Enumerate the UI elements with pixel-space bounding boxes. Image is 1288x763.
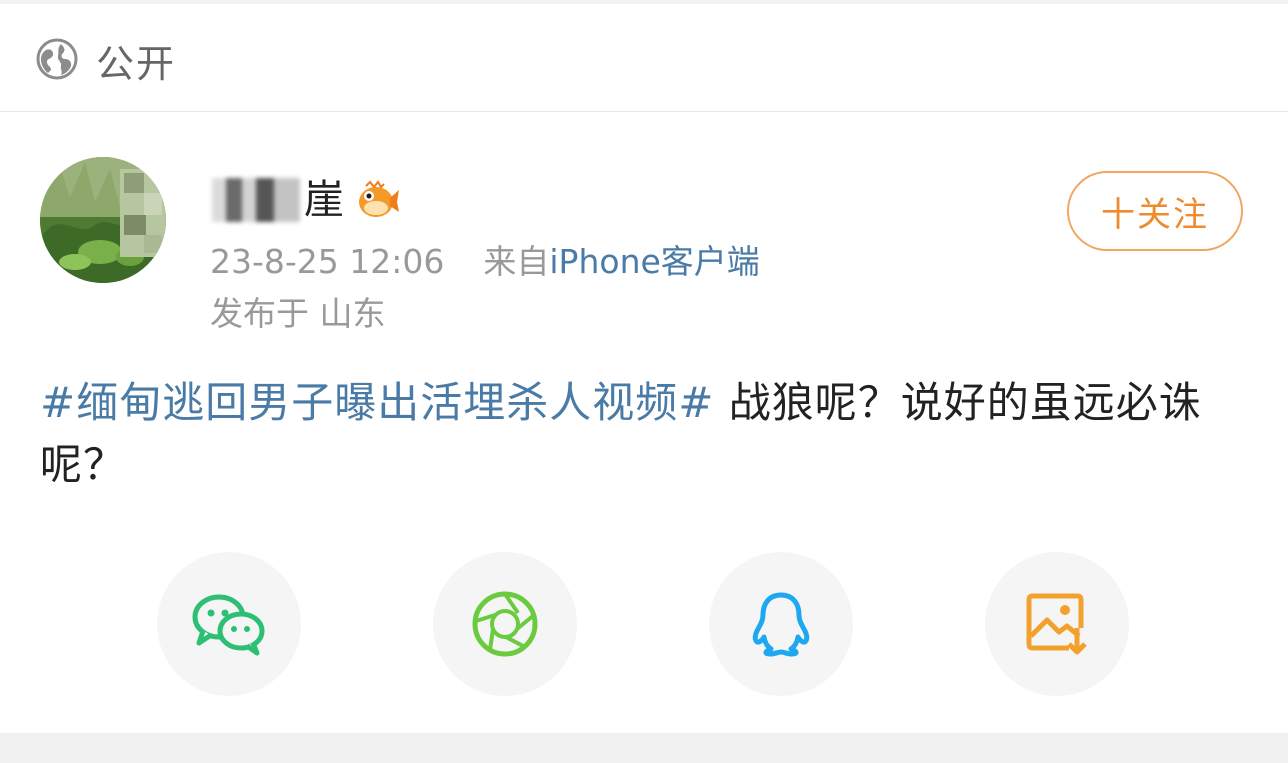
share-save-image-button[interactable] <box>985 552 1129 696</box>
globe-icon <box>36 38 78 80</box>
fish-badge-icon <box>359 180 399 217</box>
topic-link[interactable]: #缅甸逃回男子曝出活埋杀人视频# <box>40 378 714 427</box>
moments-shutter-icon <box>472 591 538 657</box>
share-moments-button[interactable] <box>433 552 577 696</box>
weibo-post-screen: 公开 崖 23-8-25 12:06 来自iPhone客户端 发布于 山东 十关… <box>0 0 1288 763</box>
post-time: 23-8-25 12:06 <box>210 242 445 281</box>
avatar[interactable] <box>40 157 166 283</box>
follow-button[interactable]: 十关注 <box>1067 171 1243 251</box>
bottom-bar <box>0 733 1288 763</box>
source-client-link[interactable]: iPhone客户端 <box>549 242 759 281</box>
share-qq-button[interactable] <box>709 552 853 696</box>
username[interactable]: 崖 <box>212 174 400 226</box>
post-meta: 23-8-25 12:06 来自iPhone客户端 <box>210 242 760 282</box>
qq-penguin-icon <box>752 592 810 657</box>
save-image-icon <box>1026 593 1087 655</box>
avatar-image <box>40 157 166 283</box>
username-text: 崖 <box>304 177 344 223</box>
redacted-name <box>212 178 300 222</box>
visibility-bar[interactable]: 公开 <box>0 4 1288 112</box>
share-wechat-button[interactable] <box>157 552 301 696</box>
post-location: 发布于 山东 <box>210 294 386 333</box>
visibility-label: 公开 <box>96 42 177 86</box>
post-body: #缅甸逃回男子曝出活埋杀人视频# 战狼呢？说好的虽远必诛呢？ <box>40 372 1250 496</box>
source-prefix: 来自 <box>483 242 550 281</box>
wechat-icon <box>192 594 265 656</box>
